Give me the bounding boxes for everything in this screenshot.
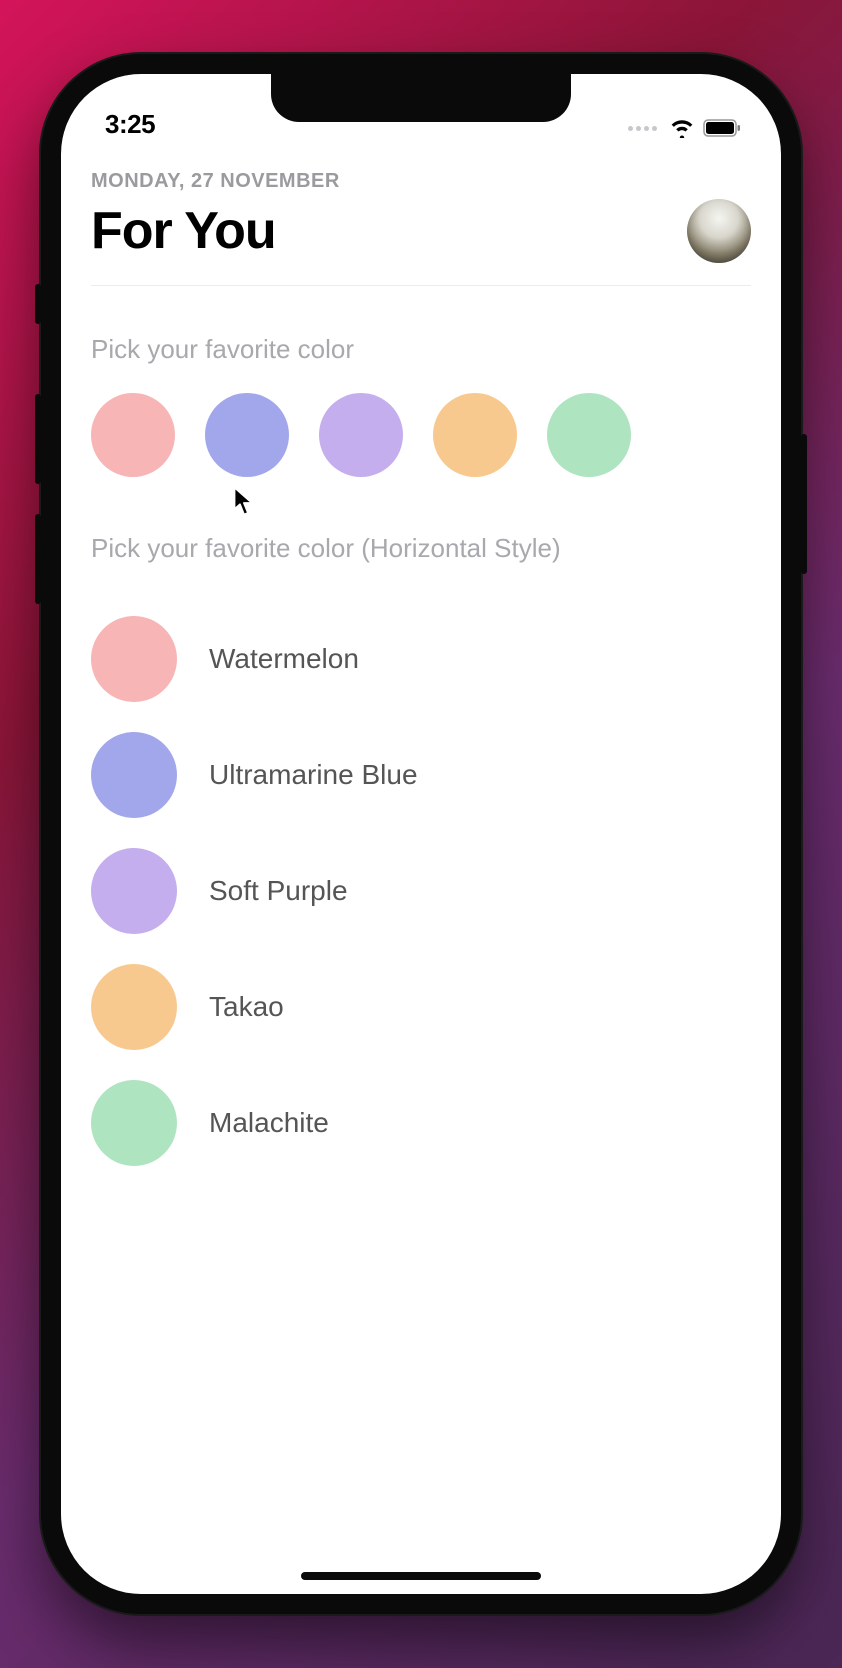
battery-icon	[703, 119, 741, 137]
color-name: Takao	[209, 991, 284, 1023]
swatch-ultramarine-blue-lg	[91, 732, 177, 818]
color-name: Malachite	[209, 1107, 329, 1139]
side-button-volume-down	[35, 514, 41, 604]
status-icons	[628, 118, 741, 140]
side-button-silence	[35, 284, 41, 324]
color-swatch-row	[91, 393, 751, 477]
side-button-volume-up	[35, 394, 41, 484]
device-frame: 3:25 MON	[41, 54, 801, 1614]
swatch-watermelon-lg	[91, 616, 177, 702]
swatch-takao-lg	[91, 964, 177, 1050]
page-title: For You	[91, 201, 276, 261]
swatch-watermelon[interactable]	[91, 393, 175, 477]
color-name: Soft Purple	[209, 875, 348, 907]
cellular-dots-icon	[628, 126, 657, 131]
color-item-soft-purple[interactable]: Soft Purple	[91, 848, 751, 934]
side-button-power	[801, 434, 807, 574]
title-row: For You	[91, 199, 751, 286]
date-label: MONDAY, 27 NOVEMBER	[91, 170, 751, 193]
color-item-malachite[interactable]: Malachite	[91, 1080, 751, 1166]
color-list: Watermelon Ultramarine Blue Soft Purple …	[91, 616, 751, 1166]
notch	[271, 74, 571, 122]
swatch-malachite-lg	[91, 1080, 177, 1166]
home-indicator[interactable]	[301, 1572, 541, 1580]
swatch-soft-purple-lg	[91, 848, 177, 934]
profile-avatar[interactable]	[687, 199, 751, 263]
color-item-takao[interactable]: Takao	[91, 964, 751, 1050]
wifi-icon	[669, 118, 695, 138]
content-area: MONDAY, 27 NOVEMBER For You Pick your fa…	[61, 144, 781, 1166]
color-item-watermelon[interactable]: Watermelon	[91, 616, 751, 702]
color-name: Watermelon	[209, 643, 359, 675]
swatch-ultramarine-blue[interactable]	[205, 393, 289, 477]
swatch-soft-purple[interactable]	[319, 393, 403, 477]
color-item-ultramarine-blue[interactable]: Ultramarine Blue	[91, 732, 751, 818]
section2-label: Pick your favorite color (Horizontal Sty…	[91, 533, 751, 564]
swatch-malachite[interactable]	[547, 393, 631, 477]
screen: 3:25 MON	[61, 74, 781, 1594]
swatch-takao[interactable]	[433, 393, 517, 477]
color-name: Ultramarine Blue	[209, 759, 418, 791]
section1-label: Pick your favorite color	[91, 334, 751, 365]
status-time: 3:25	[105, 109, 155, 140]
